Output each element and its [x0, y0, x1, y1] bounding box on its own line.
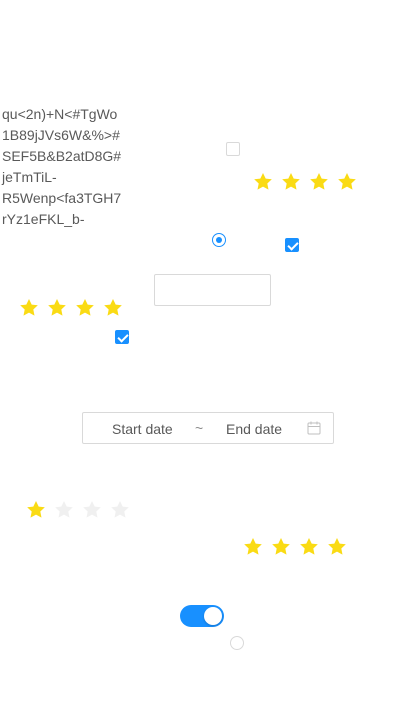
range-separator: ~: [195, 420, 204, 436]
checkbox-checked[interactable]: [285, 238, 299, 252]
star-icon[interactable]: [103, 298, 123, 318]
start-date-input[interactable]: Start date: [112, 421, 173, 437]
star-icon[interactable]: [243, 537, 263, 557]
star-icon[interactable]: [47, 298, 67, 318]
star-icon[interactable]: [82, 500, 102, 520]
date-range-picker[interactable]: Start date ~ End date: [82, 412, 334, 444]
switch-knob: [204, 607, 222, 625]
end-date-input[interactable]: End date: [226, 421, 282, 437]
star-icon[interactable]: [19, 298, 39, 318]
checkbox-unchecked[interactable]: [226, 142, 240, 156]
star-icon[interactable]: [281, 172, 301, 192]
radio-checked[interactable]: [212, 233, 226, 247]
star-icon[interactable]: [110, 500, 130, 520]
text-input[interactable]: [154, 274, 271, 306]
star-icon[interactable]: [253, 172, 273, 192]
calendar-icon: [307, 421, 321, 435]
star-icon[interactable]: [299, 537, 319, 557]
star-rating[interactable]: [19, 298, 123, 318]
star-rating[interactable]: [253, 172, 357, 192]
star-icon[interactable]: [26, 500, 46, 520]
star-icon[interactable]: [75, 298, 95, 318]
star-icon[interactable]: [271, 537, 291, 557]
checkbox-checked[interactable]: [115, 330, 129, 344]
radio-unchecked[interactable]: [230, 636, 244, 650]
star-rating[interactable]: [243, 537, 347, 557]
star-icon[interactable]: [309, 172, 329, 192]
star-icon[interactable]: [54, 500, 74, 520]
text-block: qu<2n)+N<#TgWo 1B89jJVs6W&%># SEF5B&B2at…: [2, 106, 122, 227]
star-rating[interactable]: [26, 500, 130, 520]
star-icon[interactable]: [327, 537, 347, 557]
toggle-switch[interactable]: [180, 605, 224, 627]
star-icon[interactable]: [337, 172, 357, 192]
